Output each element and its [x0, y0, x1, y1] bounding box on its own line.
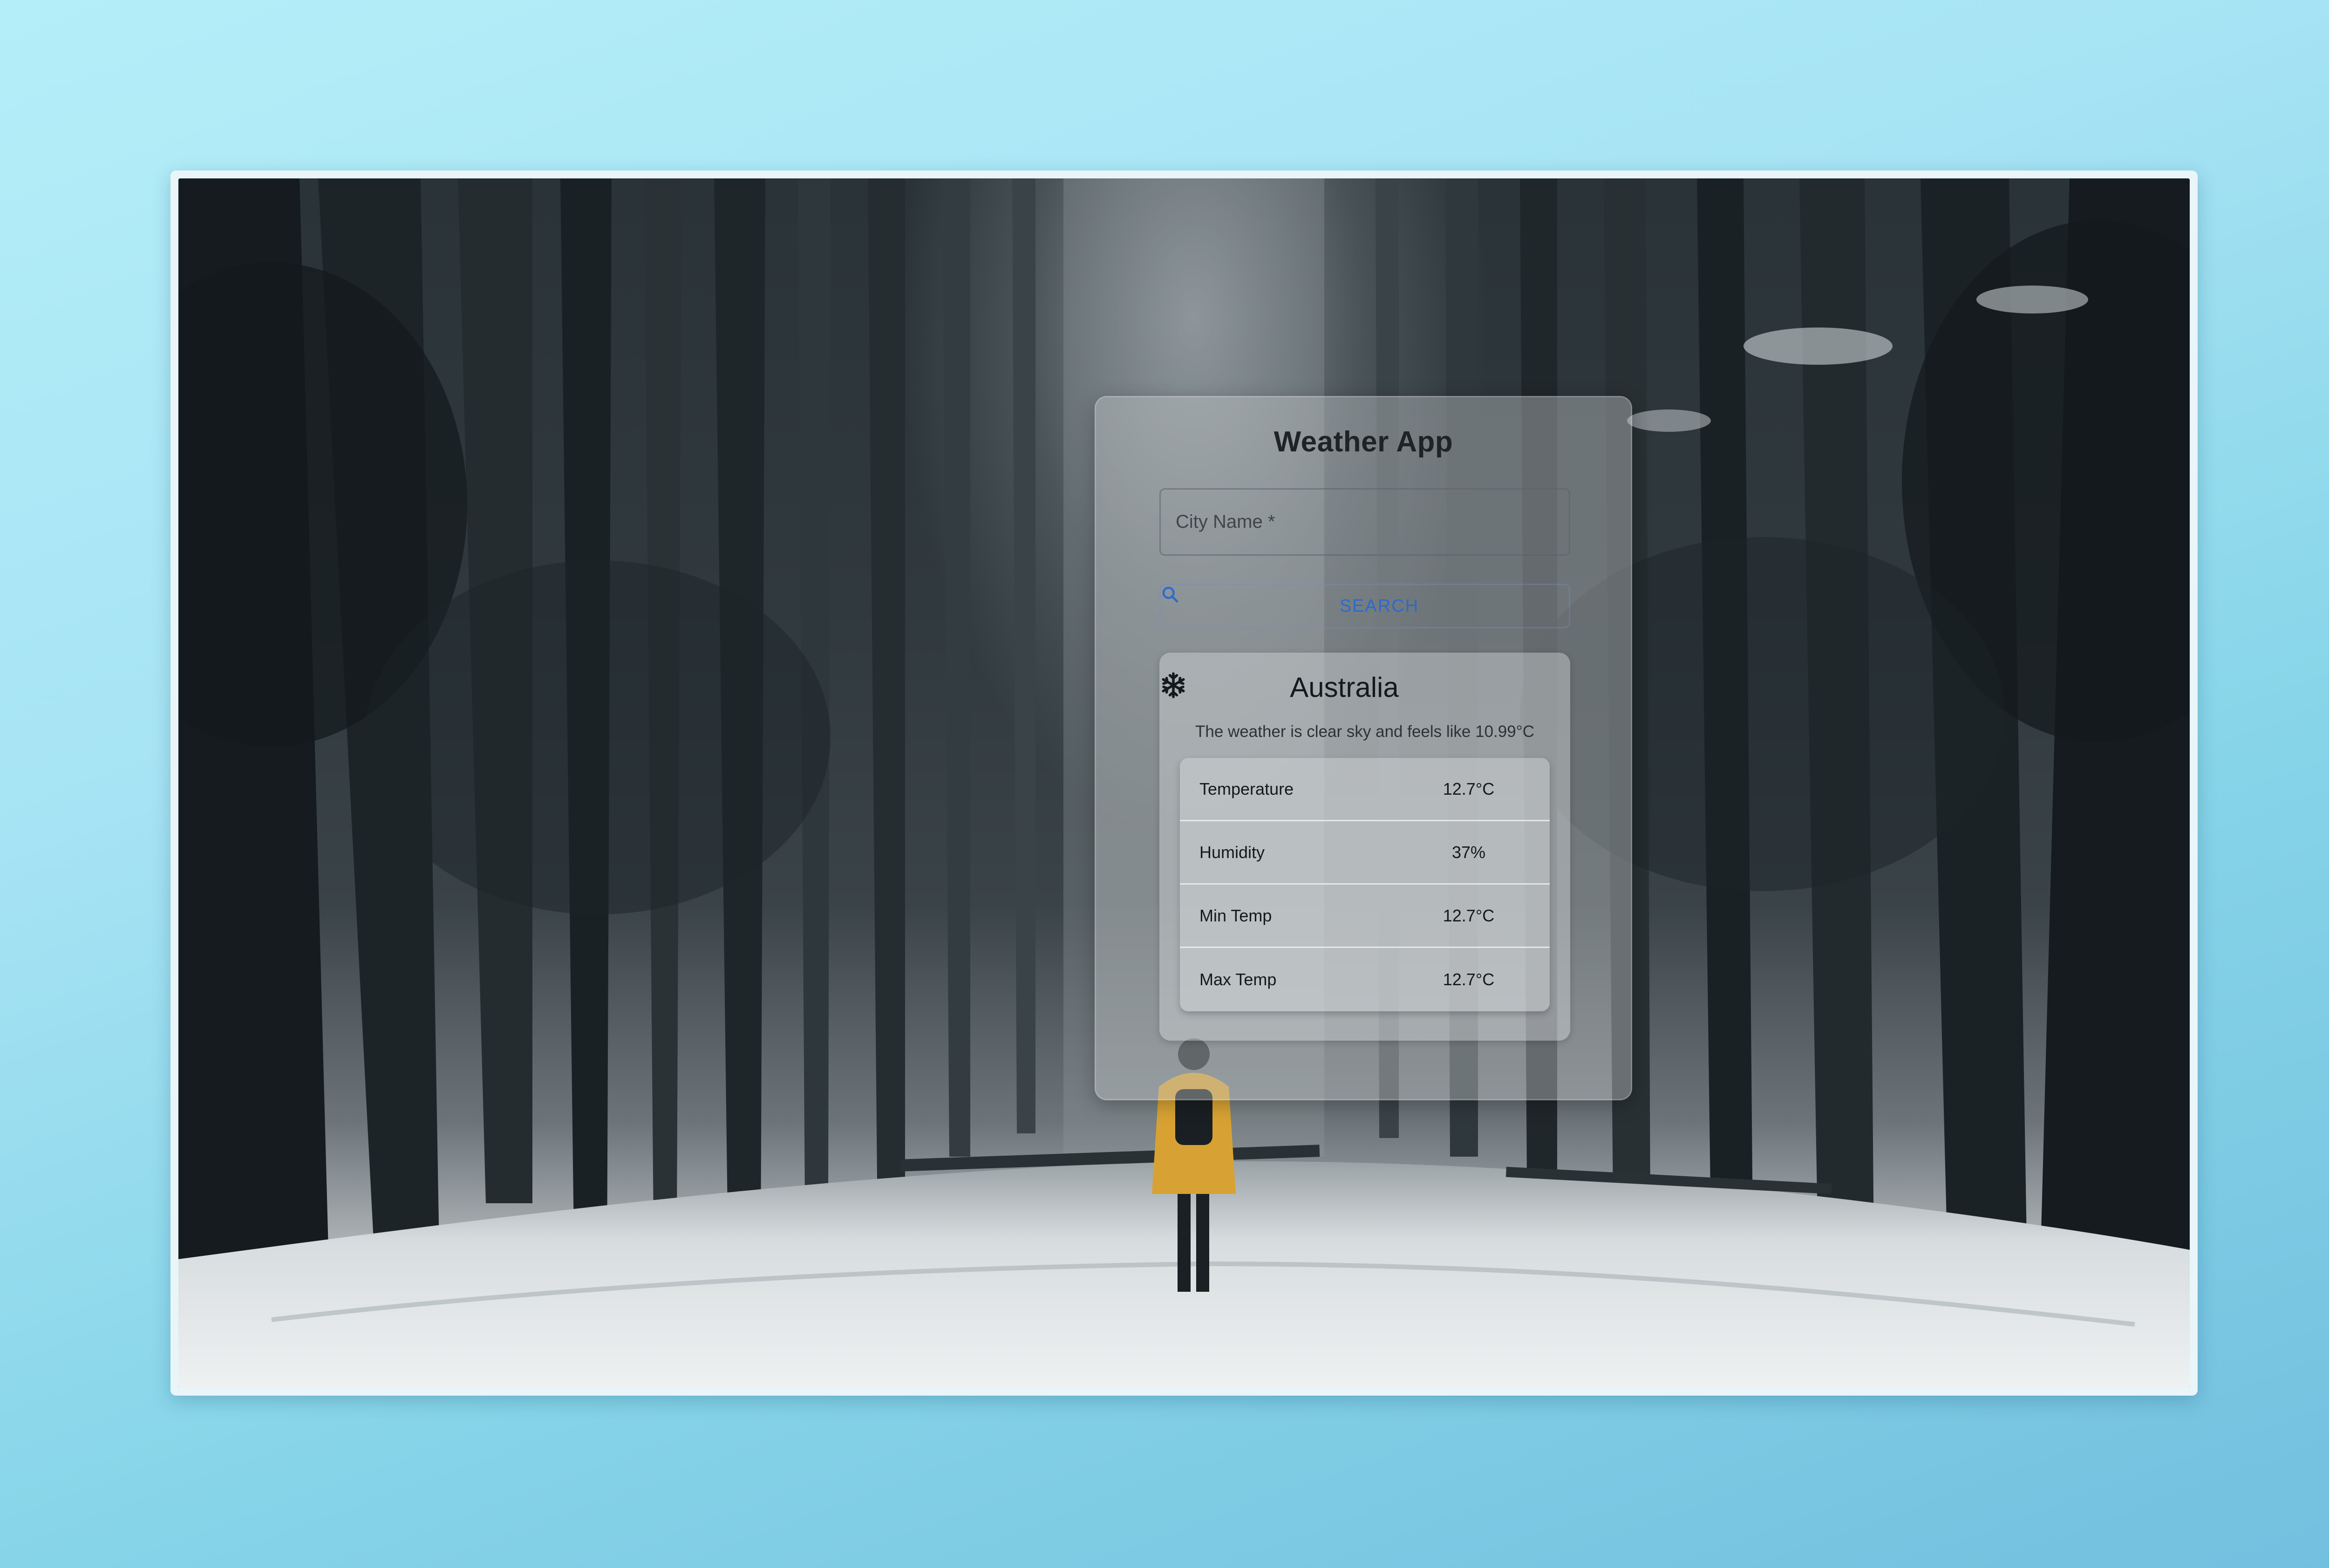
row-value: 12.7°C — [1443, 970, 1495, 989]
snowflake-icon — [1162, 672, 1440, 702]
table-row: Temperature 12.7°C — [1180, 758, 1550, 821]
forest-background-image: Weather App SEARCH Australia — [178, 178, 2190, 1388]
city-name-input[interactable] — [1159, 488, 1570, 556]
weather-description: The weather is clear sky and feels like … — [1195, 723, 1534, 741]
result-card: Australia The weather is clear sky and f… — [1159, 653, 1570, 1041]
table-row: Max Temp 12.7°C — [1180, 948, 1550, 1011]
app-title: Weather App — [1273, 426, 1453, 458]
search-button[interactable]: SEARCH — [1159, 584, 1570, 628]
table-row: Min Temp 12.7°C — [1180, 885, 1550, 948]
result-header: Australia — [1159, 671, 1570, 703]
app-window: Weather App SEARCH Australia — [170, 170, 2198, 1396]
row-value: 12.7°C — [1443, 779, 1495, 798]
row-label: Min Temp — [1199, 906, 1272, 925]
row-value: 12.7°C — [1443, 906, 1495, 925]
country-name: Australia — [1290, 672, 1399, 703]
row-label: Humidity — [1199, 842, 1265, 862]
weather-table: Temperature 12.7°C Humidity 37% Min Temp… — [1180, 758, 1550, 1011]
table-row: Humidity 37% — [1180, 821, 1550, 885]
row-label: Temperature — [1199, 779, 1294, 798]
weather-card: Weather App SEARCH Australia — [1095, 396, 1632, 1100]
row-value: 37% — [1451, 842, 1486, 862]
search-icon — [1162, 586, 1329, 615]
row-label: Max Temp — [1199, 970, 1277, 989]
search-button-label: SEARCH — [1339, 596, 1419, 616]
